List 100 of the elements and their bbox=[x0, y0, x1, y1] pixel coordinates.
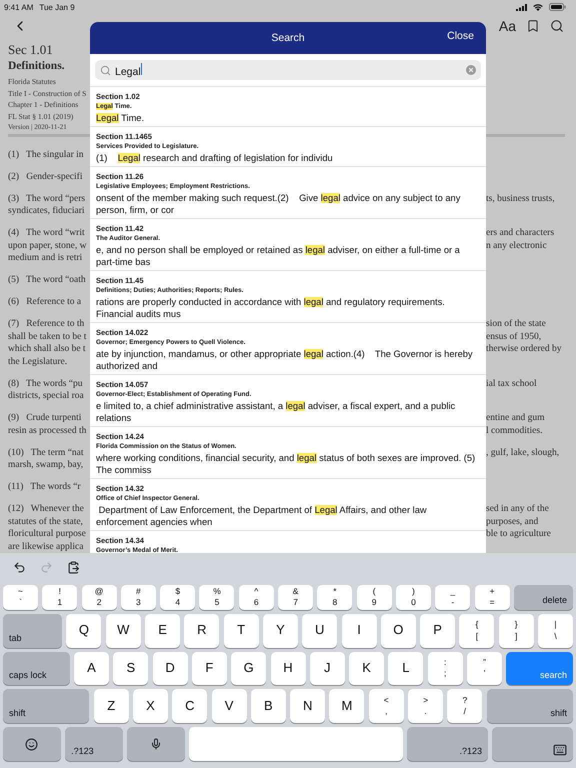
letter-key[interactable]: H bbox=[270, 652, 306, 686]
keyboard-icon bbox=[553, 743, 567, 758]
paragraph-line: (7) Reference to th bbox=[8, 318, 86, 330]
symbol-key[interactable]: & 7 bbox=[278, 584, 314, 610]
paragraph-line: sion of the state bbox=[486, 318, 547, 330]
letter-key[interactable]: P bbox=[420, 614, 456, 648]
symbol-key[interactable]: } ] bbox=[498, 614, 534, 648]
paragraph-line: , gulf, lake, slough, bbox=[486, 446, 560, 459]
symbol-key[interactable]: ~ ` bbox=[3, 584, 38, 610]
letter-key[interactable]: B bbox=[250, 689, 286, 724]
letter-key[interactable]: U bbox=[302, 614, 338, 648]
result-snippet: Legal Time. bbox=[96, 112, 146, 124]
letter-key[interactable]: A bbox=[74, 652, 110, 686]
letter-key[interactable]: X bbox=[132, 689, 168, 724]
result-snippet: ate by injunction, mandamus, or other appropriate legal action.(4) The Governor is hereby authorized and bbox=[96, 348, 474, 372]
paragraph-line: floricultural purpose bbox=[8, 528, 87, 540]
result-snippet: rations are properly conducted in accordance with legal and regulatory requirements. Financial audits mus bbox=[96, 296, 446, 320]
letter-key[interactable]: O bbox=[380, 614, 416, 648]
symbol-key[interactable]: ( 9 bbox=[356, 584, 392, 610]
letter-key[interactable]: K bbox=[349, 652, 384, 686]
letter-key[interactable]: I bbox=[342, 614, 377, 648]
letter-key[interactable]: W bbox=[106, 614, 141, 648]
letter-key[interactable]: Z bbox=[94, 689, 129, 724]
result-snippet: (1) Legal research and drafting of legislation for individu bbox=[96, 152, 334, 164]
clear-icon[interactable] bbox=[466, 65, 476, 75]
paragraph-line: (4) The word “writ bbox=[8, 227, 86, 240]
letter-key[interactable]: F bbox=[192, 652, 227, 686]
bookmark-icon[interactable] bbox=[526, 19, 540, 33]
symbol-key[interactable]: ^ 6 bbox=[238, 584, 274, 610]
symbol-key[interactable]: ) 0 bbox=[396, 584, 431, 610]
letter-key[interactable]: L bbox=[388, 652, 424, 686]
letter-key[interactable]: R bbox=[184, 614, 220, 648]
letter-key[interactable]: D bbox=[152, 652, 188, 686]
symbol-key[interactable]: { [ bbox=[459, 614, 494, 648]
symbol-key[interactable]: ? / bbox=[447, 689, 482, 724]
paragraph-line: the Legislature. bbox=[8, 356, 68, 368]
paragraph-line: resin as processed th bbox=[8, 424, 88, 437]
function-key[interactable]: .?123 bbox=[407, 727, 488, 762]
function-key[interactable]: .?123 bbox=[65, 727, 123, 762]
symbol-key[interactable]: @ 2 bbox=[82, 584, 117, 610]
symbol-key[interactable]: % 5 bbox=[199, 584, 234, 610]
function-key[interactable]: caps lock bbox=[3, 652, 70, 686]
smiley-icon bbox=[25, 738, 38, 751]
result-snippet: Department of Law Enforcement, the Department of Legal Affairs, and other law enforcement agencies when bbox=[96, 504, 428, 528]
document-title: Sec 1.01 bbox=[8, 42, 54, 58]
symbol-key[interactable]: # 3 bbox=[120, 584, 156, 610]
letter-key[interactable]: Q bbox=[66, 614, 102, 648]
letter-key[interactable]: N bbox=[290, 689, 326, 724]
letter-key[interactable]: V bbox=[212, 689, 247, 724]
paragraph-line: sed in any of the bbox=[486, 503, 550, 516]
text-size-button[interactable]: Aa bbox=[498, 18, 516, 34]
paragraph-line: l commodities. bbox=[486, 424, 544, 437]
symbol-key[interactable]: | \ bbox=[538, 614, 573, 648]
function-key[interactable]: shift bbox=[486, 689, 574, 724]
paragraph-line: are likewise applica bbox=[8, 540, 84, 553]
paragraph-line: which shall also be t bbox=[8, 343, 87, 356]
letter-key[interactable]: T bbox=[224, 614, 259, 648]
microphone-icon bbox=[150, 738, 162, 750]
paragraph-line: upon paper, stone, w bbox=[8, 240, 88, 252]
symbol-key[interactable]: ” ’ bbox=[466, 652, 502, 686]
wifi-icon bbox=[533, 3, 543, 11]
paragraph-line: ble to agriculture bbox=[486, 528, 552, 540]
symbol-key[interactable]: * 8 bbox=[317, 584, 352, 610]
undo-icon[interactable] bbox=[13, 561, 26, 574]
function-key[interactable]: shift bbox=[3, 689, 90, 724]
paragraph-line: medium and is retri bbox=[8, 252, 84, 264]
function-key[interactable]: tab bbox=[3, 614, 62, 648]
symbol-key[interactable]: $ 4 bbox=[160, 584, 196, 610]
paragraph-line: (1) The singular in bbox=[8, 148, 85, 161]
paragraph-line: (3) The word “pers bbox=[8, 192, 86, 205]
paragraph-line: (2) Gender-specifi bbox=[8, 170, 84, 183]
symbol-key[interactable]: : ; bbox=[428, 652, 463, 686]
symbol-key[interactable]: _ - bbox=[435, 584, 470, 610]
symbol-key[interactable]: ! 1 bbox=[42, 584, 78, 610]
symbol-key[interactable]: > . bbox=[408, 689, 444, 724]
close-button[interactable]: Close bbox=[447, 30, 474, 42]
battery-icon bbox=[549, 3, 566, 11]
letter-key[interactable]: J bbox=[310, 652, 345, 686]
search-key[interactable]: search bbox=[506, 652, 573, 686]
dismiss-keyboard-key[interactable] bbox=[492, 727, 573, 762]
letter-key[interactable]: S bbox=[113, 652, 148, 686]
paragraph-line: ers and characters bbox=[486, 227, 556, 240]
letter-key[interactable]: G bbox=[231, 652, 266, 686]
function-key[interactable]: delete bbox=[514, 584, 573, 610]
letter-key[interactable]: C bbox=[172, 689, 208, 724]
emoji-key[interactable] bbox=[3, 727, 61, 762]
letter-key[interactable]: E bbox=[145, 614, 180, 648]
paragraph-line: ensus of 1950, bbox=[486, 330, 542, 343]
symbol-key[interactable]: + = bbox=[474, 584, 510, 610]
search-field[interactable]: Legal bbox=[95, 60, 481, 80]
symbol-key[interactable]: < , bbox=[368, 689, 404, 724]
paragraph-line: therwise ordered by bbox=[486, 343, 562, 356]
search-icon[interactable] bbox=[550, 19, 564, 33]
result-snippet: e limited to, a chief administrative assistant, a legal adviser, a fiscal expert, and a public relations bbox=[96, 400, 456, 424]
paragraph-line: (9) Crude turpenti bbox=[8, 412, 82, 424]
paragraph-line: (8) The words “pu bbox=[8, 378, 84, 390]
letter-key[interactable]: Y bbox=[262, 614, 298, 648]
letter-key[interactable]: M bbox=[329, 689, 364, 724]
clipboard-icon[interactable] bbox=[67, 561, 80, 574]
paragraph-line: statutes of the state, bbox=[8, 516, 84, 528]
